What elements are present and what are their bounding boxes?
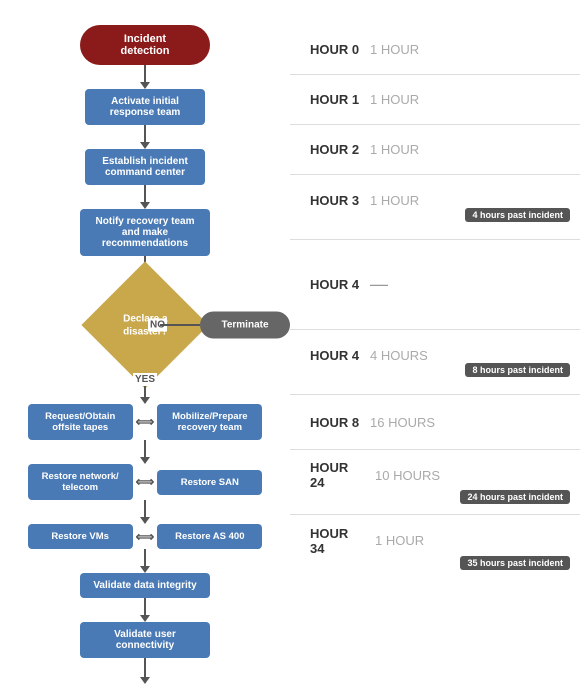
node-restore-as400: Restore AS 400: [157, 524, 262, 549]
node-establish: Establish incident command center: [85, 149, 205, 185]
tl-duration-4a: —: [360, 274, 388, 295]
node-restore-vms: Restore VMs: [28, 524, 133, 549]
node-incident: Incident detection: [80, 25, 210, 65]
step-incident: Incident detection: [80, 25, 210, 65]
tl-badge-3: 4 hours past incident: [465, 208, 570, 222]
tl-duration-5: 4 HOURS: [360, 348, 428, 363]
double-arrow-1: ⟺: [133, 414, 158, 430]
flow-section: Incident detection Activate initial resp…: [0, 10, 290, 678]
tl-row-3: HOUR 3 1 HOUR 4 hours past incident: [290, 175, 580, 240]
tl-hour-8: HOUR 34: [290, 526, 365, 556]
tl-row-4: HOUR 4 —: [290, 240, 580, 330]
step-establish: Establish incident command center: [85, 149, 205, 185]
tl-hour-5: HOUR 4: [290, 348, 360, 363]
node-activate: Activate initial response team: [85, 89, 205, 125]
tl-badge-8: 35 hours past incident: [460, 556, 570, 570]
node-notify: Notify recovery team and make recommenda…: [80, 209, 210, 256]
step-notify: Notify recovery team and make recommenda…: [80, 209, 210, 256]
tl-hour-7: HOUR 24: [290, 460, 365, 490]
tl-hour-0: HOUR 0: [290, 42, 360, 57]
tl-hour-1: HOUR 1: [290, 92, 360, 107]
tl-hour-4a: HOUR 4: [290, 277, 360, 292]
step-row-3: Restore VMs ⟺ Restore AS 400: [0, 524, 290, 549]
tl-row-7: HOUR 24 10 HOURS 24 hours past incident: [290, 450, 580, 515]
tl-duration-2: 1 HOUR: [360, 142, 419, 157]
step-row-2: Restore network/ telecom ⟺ Restore SAN: [0, 464, 290, 500]
tl-row-0: HOUR 0 1 HOUR: [290, 25, 580, 75]
node-mobilize: Mobilize/Prepare recovery team: [157, 404, 262, 440]
step-validate-data: Validate data integrity: [80, 573, 210, 598]
tl-row-2: HOUR 2 1 HOUR: [290, 125, 580, 175]
tl-duration-3: 1 HOUR: [360, 193, 419, 208]
double-arrow-3: ⟺: [133, 529, 158, 545]
step-declare: Declare a disaster? NO Terminate YES: [0, 280, 290, 370]
tl-hour-2: HOUR 2: [290, 142, 360, 157]
tl-duration-6: 16 HOURS: [360, 415, 435, 430]
tl-badge-5: 8 hours past incident: [465, 363, 570, 377]
node-validate-user: Validate user connectivity: [80, 622, 210, 658]
tl-row-5: HOUR 4 4 HOURS 8 hours past incident: [290, 330, 580, 395]
diagram-container: Incident detection Activate initial resp…: [0, 0, 580, 688]
tl-hour-6: HOUR 8: [290, 415, 360, 430]
h-line-to-terminate: [160, 324, 200, 326]
step-row-1: Request/Obtain offsite tapes ⟺ Mobilize/…: [0, 404, 290, 440]
step-activate: Activate initial response team: [85, 89, 205, 125]
tl-duration-1: 1 HOUR: [360, 92, 419, 107]
tl-row-8: HOUR 34 1 HOUR 35 hours past incident: [290, 515, 580, 580]
node-restore-net: Restore network/ telecom: [28, 464, 133, 500]
tl-duration-0: 1 HOUR: [360, 42, 419, 57]
tl-row-6: HOUR 8 16 HOURS: [290, 395, 580, 450]
node-request: Request/Obtain offsite tapes: [28, 404, 133, 440]
double-arrow-2: ⟺: [133, 474, 158, 490]
tl-badge-7: 24 hours past incident: [460, 490, 570, 504]
tl-duration-7: 10 HOURS: [365, 468, 440, 483]
tl-duration-8: 1 HOUR: [365, 533, 424, 548]
node-validate-data: Validate data integrity: [80, 573, 210, 598]
yes-label: YES: [133, 373, 157, 386]
step-validate-user: Validate user connectivity: [80, 622, 210, 658]
tl-row-1: HOUR 1 1 HOUR: [290, 75, 580, 125]
node-restore-san: Restore SAN: [157, 470, 262, 495]
tl-hour-3: HOUR 3: [290, 193, 360, 208]
timeline-section: HOUR 0 1 HOUR HOUR 1 1 HOUR HOUR 2 1 HOU…: [290, 10, 580, 678]
node-terminate: Terminate: [200, 312, 290, 339]
